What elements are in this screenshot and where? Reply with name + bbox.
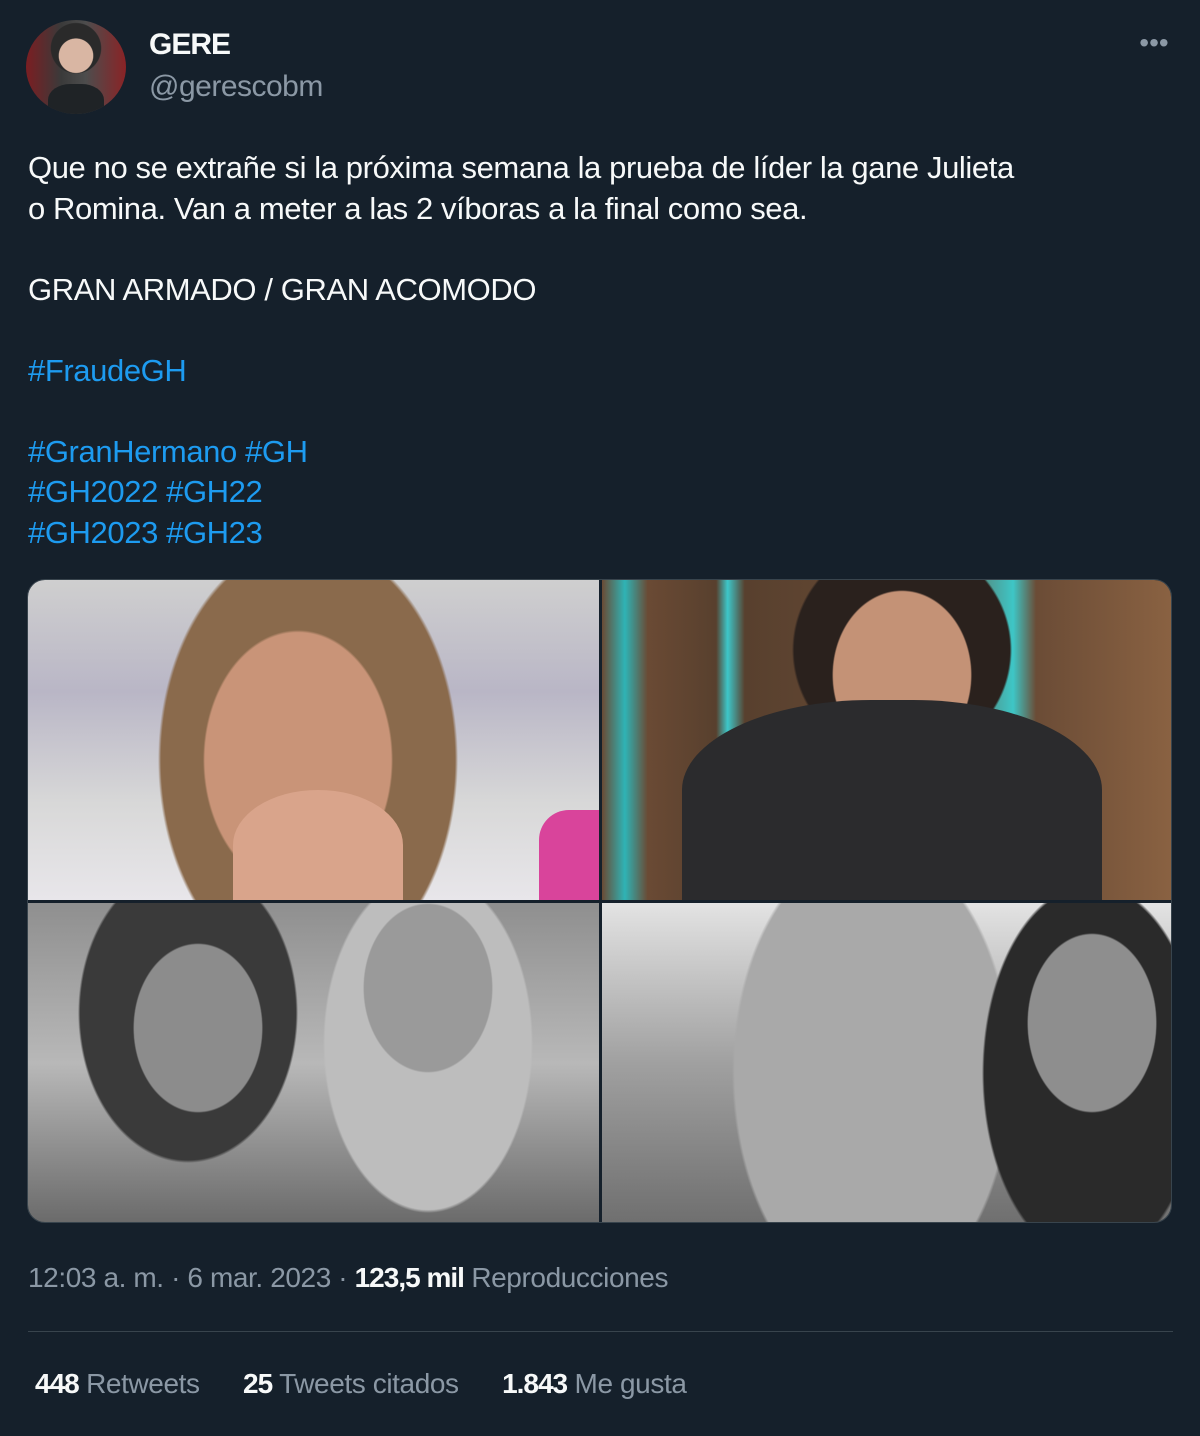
views-count: 123,5 mil — [354, 1262, 465, 1293]
media-image-2[interactable] — [602, 580, 1171, 900]
avatar-photo — [48, 84, 104, 114]
hashtag-link[interactable]: #FraudeGH — [28, 353, 187, 388]
retweets-stat[interactable]: 448 Retweets — [35, 1368, 200, 1400]
hashtag-link[interactable]: #GH2023 — [28, 515, 158, 550]
more-options-icon[interactable]: ••• — [1134, 28, 1174, 58]
author-handle[interactable]: @gerescobm — [149, 70, 323, 104]
quotes-stat[interactable]: 25 Tweets citados — [243, 1368, 459, 1400]
likes-count: 1.843 — [502, 1368, 568, 1399]
hashtag-link[interactable]: #GH2022 — [28, 474, 158, 509]
meta-separator: · — [338, 1262, 348, 1293]
hashtag-link[interactable]: #GH23 — [166, 515, 263, 550]
likes-stat[interactable]: 1.843 Me gusta — [502, 1368, 687, 1400]
media-image-1[interactable] — [28, 580, 599, 900]
avatar[interactable] — [26, 20, 126, 114]
tweet-line: Que no se extrañe si la próxima semana l… — [28, 150, 1014, 185]
tweet-line: o Romina. Van a meter a las 2 víboras a … — [28, 190, 808, 226]
tweet-date[interactable]: 6 mar. 2023 — [187, 1262, 331, 1293]
retweets-count: 448 — [35, 1368, 80, 1399]
tweet-time[interactable]: 12:03 a. m. — [28, 1262, 164, 1293]
media-image-3[interactable] — [28, 903, 599, 1222]
quotes-label: Tweets citados — [279, 1368, 459, 1399]
tweet-meta: 12:03 a. m. · 6 mar. 2023 · 123,5 mil Re… — [28, 1262, 668, 1294]
tweet-text: Que no se extrañe si la próxima semana l… — [28, 148, 1178, 553]
author-name[interactable]: GERE — [149, 28, 231, 62]
hashtag-link[interactable]: #GH22 — [166, 474, 263, 509]
quotes-count: 25 — [243, 1368, 273, 1399]
retweets-label: Retweets — [86, 1368, 200, 1399]
tweet-stats: 448 Retweets 25 Tweets citados 1.843 Me … — [35, 1368, 723, 1400]
media-image-4[interactable] — [602, 903, 1171, 1222]
divider — [28, 1331, 1173, 1332]
hashtag-link[interactable]: #GH — [245, 434, 308, 469]
meta-separator: · — [171, 1262, 181, 1293]
hashtag-link[interactable]: #GranHermano — [28, 434, 237, 469]
views-label: Reproducciones — [471, 1262, 669, 1293]
likes-label: Me gusta — [574, 1368, 687, 1399]
tweet-line: GRAN ARMADO / GRAN ACOMODO — [28, 271, 537, 307]
media-grid — [27, 579, 1172, 1223]
